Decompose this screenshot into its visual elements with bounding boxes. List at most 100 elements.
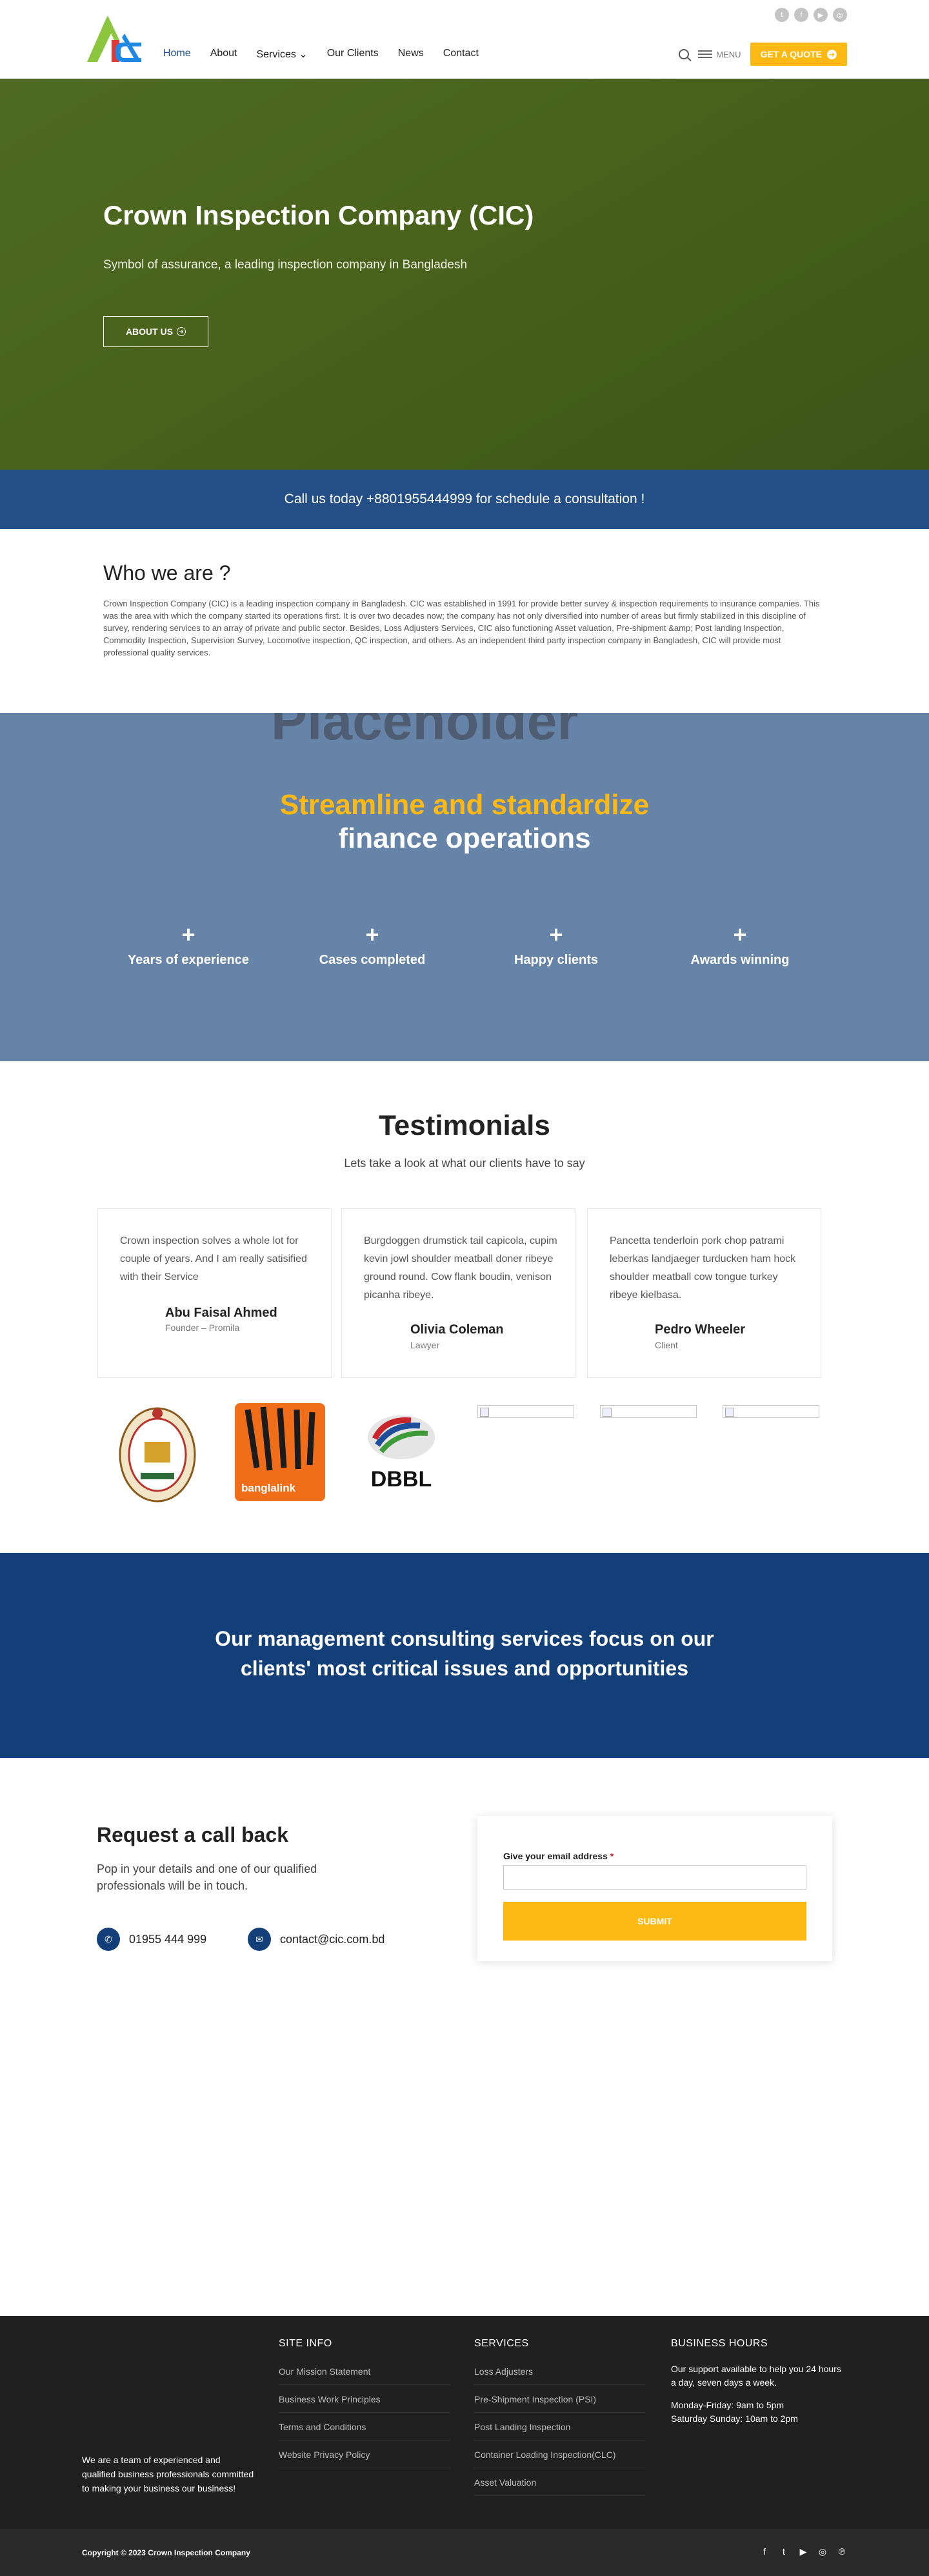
plus-icon: + xyxy=(549,921,563,948)
facebook-icon[interactable]: f xyxy=(794,8,808,22)
dbbl-wordmark: DBBL xyxy=(370,1467,432,1492)
instagram-icon[interactable]: ◎ xyxy=(817,2546,828,2557)
consulting-banner: Our management consulting services focus… xyxy=(0,1553,929,1758)
testimonial-role: Client xyxy=(655,1340,678,1350)
footer-about-text: We are a team of experienced and qualifi… xyxy=(82,2455,254,2493)
testimonial-name: Olivia Coleman xyxy=(410,1323,504,1337)
footer-link[interactable]: Terms and Conditions xyxy=(279,2418,450,2441)
footer-site-info-title: SITE INFO xyxy=(279,2338,332,2349)
footer-link[interactable]: Our Mission Statement xyxy=(279,2362,450,2385)
consulting-line-2: clients' most critical issues and opport… xyxy=(241,1657,688,1680)
nav-home[interactable]: Home xyxy=(163,48,191,61)
menu-button[interactable]: MENU xyxy=(698,50,741,59)
callback-form: Give your email address * SUBMIT xyxy=(477,1816,832,1961)
arrow-circle-icon: ➜ xyxy=(177,327,186,336)
footer-link[interactable]: Pre-Shipment Inspection (PSI) xyxy=(474,2390,645,2413)
stat-label: Years of experience xyxy=(128,953,249,967)
dbbl-logo: DBBL xyxy=(366,1413,437,1497)
footer-link[interactable]: Post Landing Inspection xyxy=(474,2418,645,2441)
footer-link[interactable]: Asset Valuation xyxy=(474,2473,645,2496)
email-field-label: Give your email address * xyxy=(503,1851,614,1861)
consulting-line-1: Our management consulting services focus… xyxy=(215,1627,714,1650)
about-us-button[interactable]: ABOUT US ➜ xyxy=(103,316,208,347)
footer-hours-title: BUSINESS HOURS xyxy=(671,2338,768,2349)
stat-label: Awards winning xyxy=(690,953,790,967)
nav-about[interactable]: About xyxy=(210,48,237,61)
testimonial-role: Lawyer xyxy=(410,1340,440,1350)
consulting-heading: Our management consulting services focus… xyxy=(0,1624,929,1683)
top-social-icons: t f ▶ ◎ xyxy=(775,8,847,22)
footer-services-title: SERVICES xyxy=(474,2338,529,2349)
site-footer: We are a team of experienced and qualifi… xyxy=(0,2316,929,2529)
placeholder-watermark: Placeholder xyxy=(271,713,579,751)
broken-image-logo xyxy=(600,1405,697,1418)
email-label-text: Give your email address xyxy=(503,1851,608,1861)
footer-link[interactable]: Loss Adjusters xyxy=(474,2362,645,2385)
nav-news[interactable]: News xyxy=(398,48,424,61)
stat-label: Happy clients xyxy=(514,953,599,967)
contact-email[interactable]: ✉ contact@cic.com.bd xyxy=(248,1928,385,1951)
twitter-icon[interactable]: t xyxy=(779,2546,789,2557)
broken-image-logo xyxy=(723,1405,819,1418)
testimonial-card: Burgdoggen drumstick tail capicola, cupi… xyxy=(341,1208,575,1378)
footer-social-icons: f t ▶ ◎ ℗ xyxy=(759,2546,847,2557)
client-seal-logo xyxy=(119,1407,196,1503)
plus-icon: + xyxy=(181,921,195,948)
tiger-stripes-graphic xyxy=(245,1406,315,1471)
phone-number: 01955 444 999 xyxy=(129,1932,207,1946)
get-a-quote-button[interactable]: GET A QUOTE ➜ xyxy=(750,43,847,66)
cic-logo[interactable] xyxy=(82,14,146,66)
search-icon[interactable] xyxy=(679,49,690,59)
contact-phone[interactable]: ✆ 01955 444 999 xyxy=(97,1928,206,1951)
who-we-are-title: Who we are ? xyxy=(103,561,231,584)
menu-label: MENU xyxy=(716,49,741,59)
footer-hours-support: Our support available to help you 24 hou… xyxy=(671,2364,841,2388)
testimonial-name: Pedro Wheeler xyxy=(655,1323,746,1337)
footer-link[interactable]: Container Loading Inspection(CLC) xyxy=(474,2446,645,2468)
nav-services[interactable]: Services ⌄ xyxy=(257,48,308,61)
broken-image-logo xyxy=(477,1405,574,1418)
footer-link[interactable]: Business Work Principles xyxy=(279,2390,450,2413)
quote-label: GET A QUOTE xyxy=(760,49,822,59)
copyright-text: Copyright © 2023 Crown Inspection Compan… xyxy=(82,2548,250,2557)
stat-awards: + Awards winning xyxy=(663,923,817,968)
email-address: contact@cic.com.bd xyxy=(280,1932,385,1946)
facebook-icon[interactable]: f xyxy=(759,2546,770,2557)
site-header: t f ▶ ◎ Home About Services ⌄ Our Client… xyxy=(0,0,929,79)
nav-contact[interactable]: Contact xyxy=(443,48,479,61)
plus-icon: + xyxy=(365,921,379,948)
banglalink-logo: banglalink xyxy=(235,1403,325,1501)
pinterest-icon[interactable]: ℗ xyxy=(837,2546,847,2557)
testimonial-quote: Crown inspection solves a whole lot for … xyxy=(120,1235,307,1283)
footer-hours-weekend: Saturday Sunday: 10am to 2pm xyxy=(671,2413,798,2424)
call-us-text: Call us today +8801955444999 for schedul… xyxy=(284,492,645,506)
email-input[interactable] xyxy=(503,1865,806,1890)
hero-subtitle: Symbol of assurance, a leading inspectio… xyxy=(103,258,468,272)
footer-services: SERVICES Loss Adjusters Pre-Shipment Ins… xyxy=(474,2338,645,2501)
footer-bottom-bar: Copyright © 2023 Crown Inspection Compan… xyxy=(0,2529,929,2576)
nav-our-clients[interactable]: Our Clients xyxy=(327,48,379,61)
main-nav: Home About Services ⌄ Our Clients News C… xyxy=(163,48,479,61)
header-actions: MENU GET A QUOTE ➜ xyxy=(679,43,847,66)
testimonial-name: Abu Faisal Ahmed xyxy=(165,1306,277,1320)
twitter-icon[interactable]: t xyxy=(775,8,789,22)
testimonial-quote: Burgdoggen drumstick tail capicola, cupi… xyxy=(364,1235,557,1301)
stat-years: + Years of experience xyxy=(111,923,266,968)
footer-hours: BUSINESS HOURS Our support available to … xyxy=(671,2338,848,2435)
youtube-icon[interactable]: ▶ xyxy=(814,8,828,22)
who-we-are-body: Crown Inspection Company (CIC) is a lead… xyxy=(103,599,820,657)
arrow-circle-icon: ➜ xyxy=(827,49,837,59)
instagram-icon[interactable]: ◎ xyxy=(833,8,847,22)
testimonial-quote: Pancetta tenderloin pork chop patrami le… xyxy=(610,1235,796,1301)
banglalink-wordmark: banglalink xyxy=(241,1482,296,1494)
callback-title: Request a call back xyxy=(97,1823,289,1846)
footer-link[interactable]: Website Privacy Policy xyxy=(279,2446,450,2468)
testimonial-card: Pancetta tenderloin pork chop patrami le… xyxy=(587,1208,821,1378)
call-us-bar: Call us today +8801955444999 for schedul… xyxy=(0,470,929,529)
submit-button[interactable]: SUBMIT xyxy=(503,1902,806,1941)
who-we-are-section: Who we are ? Crown Inspection Company (C… xyxy=(0,529,929,713)
callback-text: Pop in your details and one of our quali… xyxy=(97,1862,317,1892)
dbbl-swirl-graphic xyxy=(368,1415,435,1459)
hero-title: Crown Inspection Company (CIC) xyxy=(103,200,534,230)
youtube-icon[interactable]: ▶ xyxy=(798,2546,808,2557)
